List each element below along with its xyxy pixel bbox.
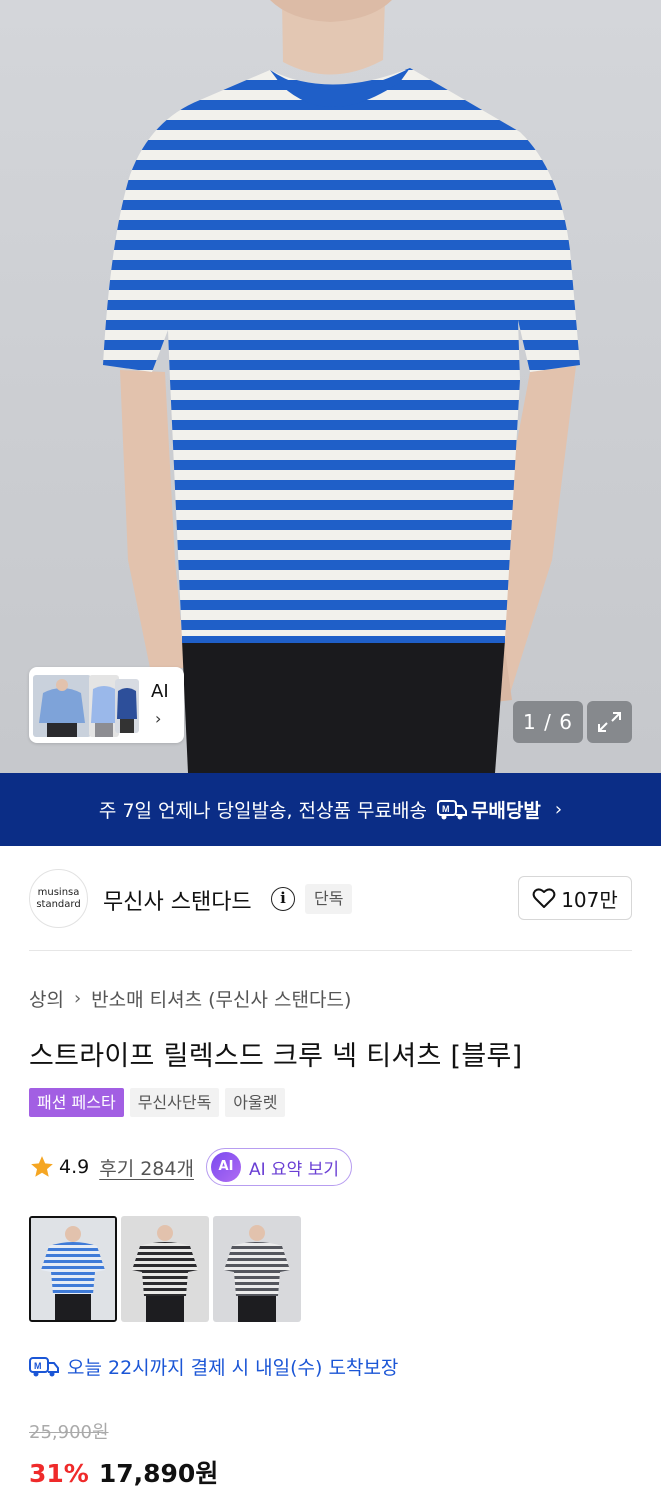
price-row: 31% 17,890원 [29, 1454, 218, 1490]
banner-brand-label: 무배당발 [470, 800, 541, 822]
thumbnail-image [33, 675, 91, 737]
color-option-charcoal[interactable] [213, 1216, 301, 1322]
expand-icon[interactable] [587, 701, 632, 743]
ai-summary-label: AI 요약 보기 [248, 1159, 339, 1180]
chevron-right-icon: › [554, 799, 563, 820]
banner-brand: M 무배당발 [436, 796, 541, 823]
original-price: 25,900원 [29, 1422, 109, 1443]
brand-logo-text: musinsa [37, 886, 80, 898]
tag-outlet: 아울렛 [225, 1088, 286, 1117]
delivery-text: 오늘 22시까지 결제 시 내일(수) 도착보장 [67, 1357, 399, 1379]
color-options [29, 1216, 305, 1322]
product-photo [103, 0, 580, 773]
product-image-carousel[interactable]: AI › 1 / 6 [0, 0, 661, 773]
product-tags: 패션 페스타 무신사단독 아울렛 [29, 1088, 291, 1117]
divider [29, 950, 632, 951]
sale-price: 17,890원 [98, 1459, 219, 1488]
like-button[interactable]: 107만 [518, 876, 632, 920]
heart-icon [532, 888, 556, 908]
brand-logo[interactable]: musinsa standard [29, 869, 88, 928]
delivery-guarantee[interactable]: M 오늘 22시까지 결제 시 내일(수) 도착보장 [29, 1353, 398, 1380]
tag-fashion-festa[interactable]: 패션 페스타 [29, 1088, 124, 1117]
truck-icon: M [29, 1356, 59, 1376]
rating-score: 4.9 [59, 1156, 90, 1178]
brand-logo-text: standard [36, 898, 81, 910]
color-option-black[interactable] [121, 1216, 209, 1322]
exclusive-badge: 단독 [305, 884, 353, 914]
star-icon [31, 1156, 53, 1177]
breadcrumb: 상의 › 반소매 티셔츠 (무신사 스탠다드) [29, 985, 351, 1012]
ai-badge-icon: AI [210, 1152, 241, 1182]
discount-rate: 31% [29, 1459, 89, 1488]
breadcrumb-item[interactable]: 상의 [29, 985, 64, 1012]
banner-text: 주 7일 언제나 당일발송, 전상품 무료배송 [98, 800, 427, 822]
thumbnail-image [115, 679, 139, 733]
reviews-link[interactable]: 후기 284개 [99, 1154, 194, 1181]
chevron-right-icon: › [155, 709, 162, 728]
truck-icon: M [436, 799, 467, 819]
brand-name[interactable]: 무신사 스탠다드 [103, 884, 252, 916]
color-option-blue[interactable] [29, 1216, 117, 1322]
product-title: 스트라이프 릴렉스드 크루 넥 티셔츠 [블루] [29, 1041, 523, 1072]
breadcrumb-item[interactable]: 반소매 티셔츠 (무신사 스탠다드) [91, 985, 351, 1012]
ai-label: AI [151, 681, 169, 702]
svg-text:M: M [34, 1361, 42, 1371]
tag-exclusive: 무신사단독 [129, 1088, 220, 1117]
info-icon[interactable]: i [271, 887, 295, 911]
svg-text:M: M [442, 804, 450, 814]
image-page-indicator: 1 / 6 [513, 701, 583, 743]
ai-styling-thumbnail[interactable]: AI › [29, 667, 184, 743]
ai-summary-button[interactable]: AI AI 요약 보기 [205, 1148, 352, 1186]
like-count: 107만 [561, 887, 618, 912]
rating-row: 4.9 후기 284개 AI AI 요약 보기 [29, 1148, 352, 1186]
chevron-right-icon: › [73, 988, 82, 1009]
free-shipping-banner[interactable]: 주 7일 언제나 당일발송, 전상품 무료배송 M 무배당발 › [0, 773, 661, 846]
